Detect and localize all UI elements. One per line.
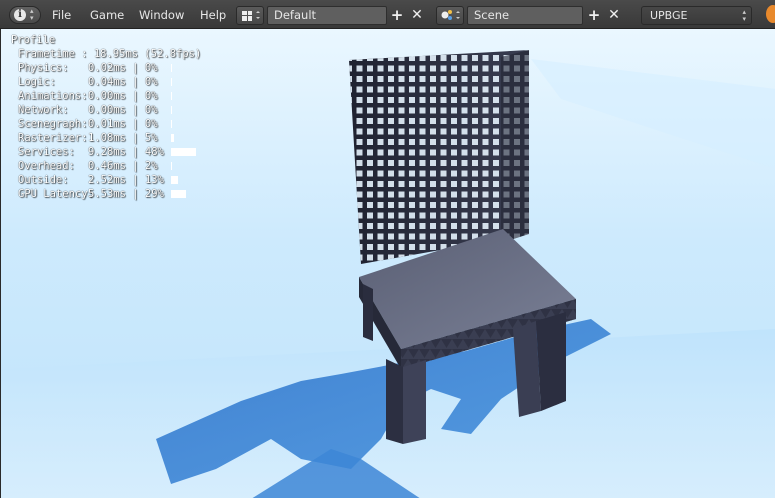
profile-row: Outside: 2.52ms | 13% (18, 173, 178, 187)
profile-row: Network: 0.00ms | 0% (18, 103, 172, 117)
profile-row-label: Rasterizer: (18, 132, 88, 144)
profile-row-separator: | (125, 188, 145, 200)
profile-row-time: 2.52ms (88, 174, 126, 186)
profile-row-time: 0.02ms (88, 62, 126, 74)
menu-game[interactable]: Game (86, 6, 128, 24)
profile-row: Services: 9.28ms | 48% (18, 145, 196, 159)
profile-row-label: GPU Latency: (18, 188, 94, 200)
profile-row-percent: 48% (144, 146, 164, 158)
profile-row-time: 0.00ms (88, 104, 126, 116)
screen-layout-dropdown[interactable] (236, 6, 264, 25)
up-down-arrows-icon: ▴ ▾ (742, 8, 746, 23)
profile-row-bar (171, 106, 172, 114)
profile-row-percent: 0% (144, 90, 158, 102)
profile-row-bar (171, 78, 172, 86)
profile-row-separator: | (125, 90, 145, 102)
layout-grid-icon (242, 11, 260, 21)
profile-row: Physics: 0.02ms | 0% (18, 61, 172, 75)
screen-layout-selector: Default + ✕ (236, 6, 430, 25)
profile-row-label: Animations: (18, 90, 88, 102)
profile-row: Animations:0.00ms | 0% (18, 89, 172, 103)
profile-row-label: Overhead: (18, 160, 75, 172)
delete-screen-button[interactable]: ✕ (408, 6, 426, 25)
render-engine-dropdown[interactable]: UPBGE ▴ ▾ (641, 6, 752, 25)
profile-row-bar (171, 148, 196, 156)
profile-row-time: 0.46ms (88, 160, 126, 172)
profile-row-bar (171, 92, 172, 100)
profile-row-separator: | (125, 146, 145, 158)
profile-row-separator: | (125, 174, 145, 186)
profile-row-label: Logic: (18, 76, 56, 88)
profile-row-percent: 29% (144, 188, 164, 200)
profile-row-percent: 0% (144, 62, 158, 74)
scene-dropdown[interactable] (436, 6, 464, 25)
profile-row: Scenegraph:0.01ms | 0% (18, 117, 172, 131)
add-scene-button[interactable]: + (585, 6, 603, 25)
profile-row-separator: | (125, 160, 145, 172)
scene-name-field[interactable]: Scene (467, 6, 583, 25)
profile-row-bar (171, 64, 172, 72)
profile-row-percent: 5% (144, 132, 158, 144)
profile-row-separator: | (125, 132, 145, 144)
profile-row-time: 5.53ms (88, 188, 126, 200)
add-screen-button[interactable]: + (388, 6, 406, 25)
profile-row: Overhead: 0.46ms | 2% (18, 159, 172, 173)
profile-row-bar (171, 120, 172, 128)
profile-row-label: Scenegraph: (18, 118, 88, 130)
screen-layout-name-field[interactable]: Default (267, 6, 387, 25)
profile-row-percent: 0% (144, 118, 158, 130)
render-engine-label: UPBGE (650, 9, 688, 22)
profile-row-bar (171, 162, 172, 170)
menu-window[interactable]: Window (135, 6, 188, 24)
editor-type-button[interactable]: i ▴ ▾ (9, 6, 41, 24)
profile-row-label: Physics: (18, 62, 69, 74)
profile-row-bar (171, 190, 186, 198)
info-icon: i (14, 9, 26, 21)
profile-row-separator: | (125, 104, 145, 116)
profile-row-separator: | (125, 62, 145, 74)
profile-row-percent: 13% (144, 174, 164, 186)
profile-row-label: Outside: (18, 174, 69, 186)
profile-row: GPU Latency:5.53ms | 29% (18, 187, 186, 201)
profile-row-time: 0.01ms (88, 118, 126, 130)
delete-scene-button[interactable]: ✕ (605, 6, 623, 25)
profile-row-time: 9.28ms (88, 146, 126, 158)
profile-row-label: Network: (18, 104, 69, 116)
profile-row-time: 1.08ms (88, 132, 126, 144)
menu-help[interactable]: Help (196, 6, 230, 24)
profile-row-bar (171, 134, 174, 142)
profile-row-label: Services: (18, 146, 75, 158)
profile-row-percent: 0% (144, 76, 158, 88)
scene-icon (441, 10, 460, 20)
blender-logo-icon (766, 5, 775, 23)
profile-overlay: Profile Frametime : 18.95ms (52.8fps) Ph… (11, 33, 201, 200)
game-viewport[interactable]: Profile Frametime : 18.95ms (52.8fps) Ph… (0, 29, 775, 498)
profile-row-separator: | (125, 118, 145, 130)
profile-row-separator: | (125, 76, 145, 88)
profile-row-percent: 2% (144, 160, 158, 172)
menu-file[interactable]: File (48, 6, 75, 24)
profile-row-time: 0.04ms (88, 76, 126, 88)
profile-row: Rasterizer:1.08ms | 5% (18, 131, 174, 145)
profile-row-time: 0.00ms (88, 90, 126, 102)
profile-row: Logic: 0.04ms | 0% (18, 75, 172, 89)
profile-frametime: Frametime : 18.95ms (52.8fps) (18, 48, 202, 60)
profile-title: Profile (11, 34, 56, 46)
profile-row-percent: 0% (144, 104, 158, 116)
up-down-arrows-icon: ▴ ▾ (30, 7, 34, 22)
scene-selector: Scene + ✕ (436, 6, 630, 25)
profile-row-bar (171, 176, 178, 184)
top-header-bar: i ▴▾ File Game Window Help Default + ✕ (0, 0, 775, 29)
